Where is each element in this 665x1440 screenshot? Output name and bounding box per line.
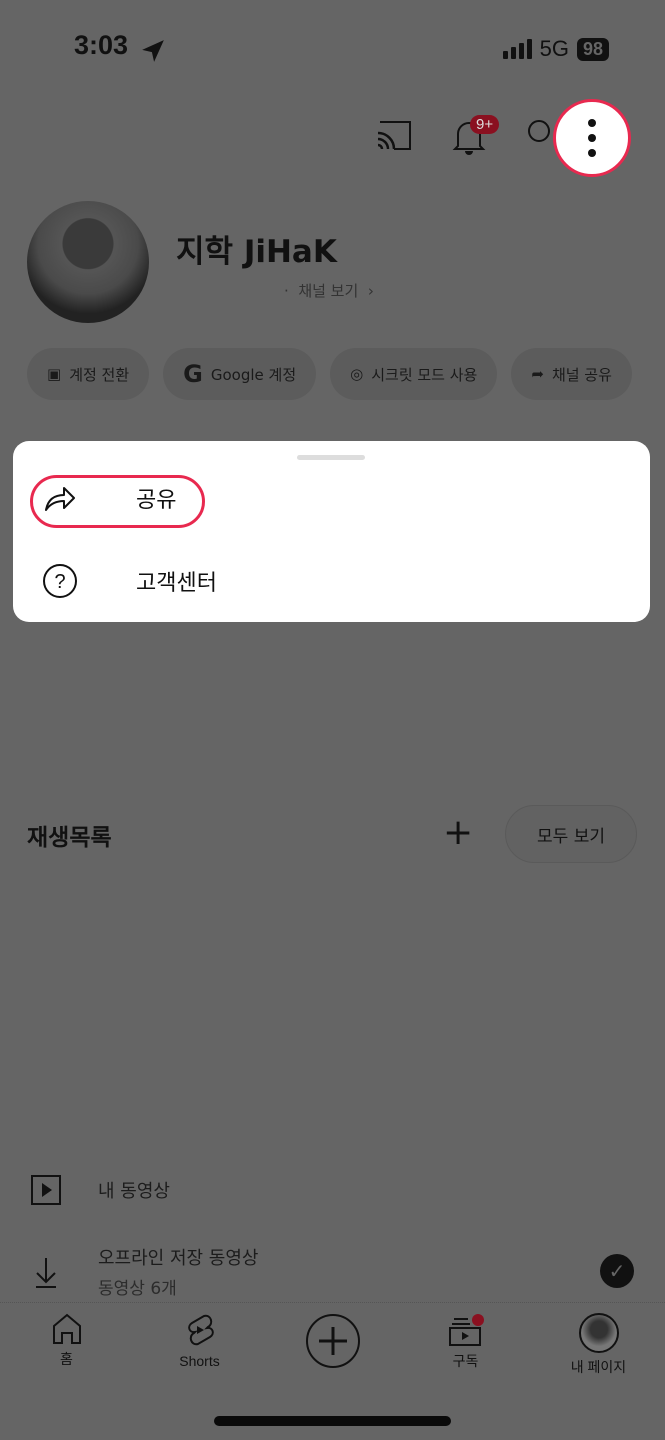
view-channel-label: 채널 보기 — [298, 282, 359, 300]
nav-label: 내 페이지 — [570, 1359, 627, 1375]
nav-home[interactable]: 홈 — [0, 1303, 133, 1392]
share-icon: ➦ — [531, 365, 544, 383]
network-label: 5G — [539, 36, 569, 61]
chip-label: Google 계정 — [210, 365, 297, 384]
cast-icon[interactable] — [376, 118, 412, 152]
signal-icon — [502, 39, 532, 59]
notification-badge: 9+ — [470, 115, 500, 134]
status-time: 3:03 — [74, 30, 129, 60]
chip-share-channel[interactable]: ➦ 채널 공유 — [511, 348, 632, 400]
bottom-nav: 홈 Shorts 구독 내 페이지 — [0, 1302, 665, 1392]
my-videos-label: 내 동영상 — [98, 1181, 170, 1202]
status-right: 5G 98 — [502, 36, 609, 62]
menu-item-share[interactable]: 공유 — [30, 482, 176, 514]
offline-count: 동영상 6개 — [98, 1279, 177, 1299]
home-indicator — [214, 1416, 451, 1426]
menu-label: 공유 — [136, 488, 177, 513]
see-all-button[interactable]: 모두 보기 — [505, 805, 637, 863]
home-icon — [52, 1313, 81, 1344]
create-plus-icon — [305, 1314, 360, 1368]
google-icon: G — [183, 360, 203, 388]
chip-incognito[interactable]: ◎ 시크릿 모드 사용 — [330, 348, 498, 400]
nav-create[interactable] — [266, 1303, 399, 1392]
check-icon: ✓ — [600, 1254, 634, 1288]
chip-google-account[interactable]: G Google 계정 — [163, 348, 317, 400]
my-page-avatar — [578, 1313, 619, 1353]
nav-shorts[interactable]: Shorts — [133, 1303, 266, 1392]
drag-handle[interactable] — [297, 455, 365, 460]
location-icon — [142, 40, 164, 62]
account-chips: ▣ 계정 전환 G Google 계정 ◎ 시크릿 모드 사용 ➦ 채널 공유 — [27, 348, 632, 400]
offline-videos-item[interactable]: 오프라인 저장 동영상동영상 6개 — [30, 1244, 258, 1299]
download-icon — [36, 1257, 56, 1288]
subscriptions-icon — [448, 1314, 484, 1346]
switch-account-icon: ▣ — [47, 365, 62, 383]
chip-switch-account[interactable]: ▣ 계정 전환 — [27, 348, 150, 400]
battery-icon: 98 — [576, 37, 609, 61]
nav-label: 구독 — [452, 1353, 479, 1369]
menu-label: 고객센터 — [136, 571, 217, 596]
svg-text:?: ? — [54, 571, 65, 593]
avatar[interactable] — [27, 201, 149, 323]
profile-name: 지학 JiHaK — [176, 234, 337, 270]
add-playlist-icon[interactable]: + — [443, 815, 473, 851]
nav-subscriptions[interactable]: 구독 — [399, 1303, 532, 1392]
help-icon: ? — [43, 564, 77, 598]
offline-title: 오프라인 저장 동영상 — [98, 1248, 259, 1269]
my-videos-item[interactable]: 내 동영상 — [30, 1174, 170, 1206]
nav-label: Shorts — [179, 1353, 220, 1369]
chip-label: 채널 공유 — [551, 365, 612, 384]
chip-label: 시크릿 모드 사용 — [371, 365, 478, 384]
chip-label: 계정 전환 — [69, 365, 130, 384]
more-options-button[interactable] — [553, 99, 631, 177]
playlists-title: 재생목록 — [27, 825, 112, 851]
shorts-icon — [187, 1314, 214, 1346]
play-box-icon — [31, 1175, 61, 1205]
share-icon — [45, 487, 75, 511]
menu-item-help[interactable]: ? 고객센터 — [30, 563, 217, 599]
nav-label: 홈 — [60, 1351, 73, 1367]
view-channel-link[interactable]: · 채널 보기 › — [284, 280, 374, 301]
nav-my-page[interactable]: 내 페이지 — [532, 1303, 665, 1392]
incognito-icon: ◎ — [350, 365, 364, 383]
